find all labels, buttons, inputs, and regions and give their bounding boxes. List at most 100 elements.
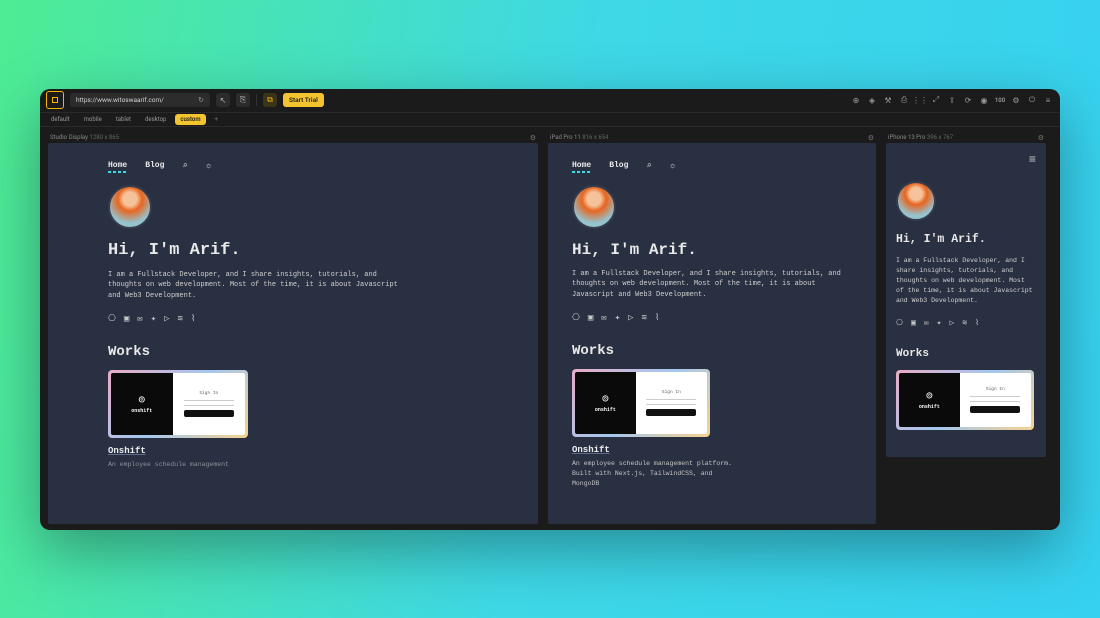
mail-icon[interactable]: ✉ (137, 314, 142, 324)
hamburger-icon[interactable]: ≡ (1029, 153, 1036, 167)
url-input[interactable]: https://www.witoswaarif.com/ ↻ (70, 93, 210, 107)
rotate-icon[interactable]: ⟳ (962, 94, 974, 106)
work-signin-label: Sign In (662, 390, 681, 395)
github-icon[interactable]: ⎔ (108, 314, 116, 324)
linkedin-icon[interactable]: ▣ (124, 314, 129, 324)
stack-icon[interactable]: ≋ (962, 318, 967, 328)
work-title-link[interactable]: Onshift (572, 445, 852, 455)
rss-icon[interactable]: ⌇ (655, 313, 659, 323)
search-icon[interactable]: ⌕ (182, 161, 187, 171)
work-signin-label: Sign In (986, 387, 1005, 392)
target-icon[interactable]: ⊕ (850, 94, 862, 106)
settings-icon[interactable]: ⚙ (1010, 94, 1022, 106)
nav-blog[interactable]: Blog (609, 161, 628, 170)
work-desc: An employee schedule management platform… (572, 459, 742, 488)
wrench-icon[interactable]: ⚒ (882, 94, 894, 106)
github-icon[interactable]: ⎔ (896, 318, 903, 328)
social-row: ⎔ ▣ ✉ ✦ ▷ ≋ ⌇ (108, 314, 478, 324)
vp-name: iPhone 13 Pro (888, 134, 925, 141)
bio-text: I am a Fullstack Developer, and I share … (572, 269, 852, 302)
vp-name: iPad Pro 11 (550, 134, 581, 141)
export-icon[interactable]: ⇪ (946, 94, 958, 106)
tab-add[interactable]: + (210, 114, 223, 125)
vp-settings-icon[interactable]: ⚙ (530, 134, 536, 142)
work-title-link[interactable]: Onshift (108, 446, 478, 456)
avatar (896, 181, 936, 221)
social-row: ⎔ ▣ ✉ ✦ ▷ ≋ ⌇ (896, 318, 1036, 328)
social-row: ⎔ ▣ ✉ ✦ ▷ ≋ ⌇ (572, 313, 852, 323)
right-toolbar: ⊕ ◈ ⚒ ⎙ ⋮⋮ ⤢ ⇪ ⟳ ◉ 100 ⚙ ⏻ ≡ (850, 94, 1054, 106)
works-heading: Works (896, 348, 1036, 360)
site-nav: Home Blog ⌕ ☼ (108, 161, 478, 171)
work-card[interactable]: ◎onshift Sign In (108, 370, 248, 438)
attach-icon[interactable]: ⎙ (898, 94, 910, 106)
bio-text: I am a Fullstack Developer, and I share … (896, 256, 1036, 306)
highlight-icon[interactable]: ⧉ (263, 93, 277, 107)
nav-home[interactable]: Home (108, 161, 127, 170)
mail-icon[interactable]: ✉ (601, 313, 606, 323)
vp-settings-icon[interactable]: ⚙ (1038, 134, 1044, 142)
cursor-icon[interactable]: ↖ (216, 93, 230, 107)
avatar (572, 185, 616, 229)
expand-icon[interactable]: ⤢ (930, 94, 942, 106)
twitter-icon[interactable]: ✦ (615, 313, 620, 323)
bio-text: I am a Fullstack Developer, and I share … (108, 270, 408, 303)
work-desc: An employee schedule management (108, 460, 278, 470)
work-brand-label: onshift (595, 407, 616, 413)
theme-icon[interactable]: ☼ (206, 161, 211, 171)
device-tabs: default mobile tablet desktop custom + (40, 113, 1060, 127)
linkedin-icon[interactable]: ▣ (911, 318, 916, 328)
works-heading: Works (572, 343, 852, 359)
tab-desktop[interactable]: desktop (140, 114, 171, 125)
work-brand-label: onshift (131, 408, 152, 414)
hero-heading: Hi, I'm Arif. (896, 233, 1036, 246)
youtube-icon[interactable]: ▷ (949, 318, 954, 328)
linkedin-icon[interactable]: ▣ (588, 313, 593, 323)
grid-icon[interactable]: ⋮⋮ (914, 94, 926, 106)
preview-frame-studio[interactable]: Home Blog ⌕ ☼ Hi, I'm Arif. I am a Fulls… (48, 143, 538, 524)
twitter-icon[interactable]: ✦ (151, 314, 156, 324)
nav-home[interactable]: Home (572, 161, 591, 170)
search-icon[interactable]: ⌕ (646, 161, 651, 171)
vp-dim: 396 x 767 (927, 134, 953, 141)
stack-icon[interactable]: ≋ (178, 314, 183, 324)
clip-icon[interactable]: ⎘ (236, 93, 250, 107)
rss-icon[interactable]: ⌇ (975, 318, 979, 328)
theme-icon[interactable]: ☼ (670, 161, 675, 171)
work-signin-label: Sign In (199, 391, 218, 396)
nav-blog[interactable]: Blog (145, 161, 164, 170)
vp-settings-icon[interactable]: ⚙ (868, 134, 874, 142)
tab-mobile[interactable]: mobile (79, 114, 107, 125)
power-icon[interactable]: ⏻ (1026, 94, 1038, 106)
mail-icon[interactable]: ✉ (924, 318, 929, 328)
work-card[interactable]: ◎onshift Sign In (896, 370, 1034, 430)
app-window: https://www.witoswaarif.com/ ↻ ↖ ⎘ ⧉ Sta… (40, 89, 1060, 530)
camera-icon[interactable]: ◉ (978, 94, 990, 106)
menu-icon[interactable]: ≡ (1042, 94, 1054, 106)
youtube-icon[interactable]: ▷ (628, 313, 633, 323)
top-toolbar: https://www.witoswaarif.com/ ↻ ↖ ⎘ ⧉ Sta… (40, 89, 1060, 113)
viewport-surface: Studio Display 1280 x 865 ⚙ Home Blog ⌕ … (40, 127, 1060, 530)
github-icon[interactable]: ⎔ (572, 313, 580, 323)
tab-default[interactable]: default (46, 114, 75, 125)
work-card[interactable]: ◎onshift Sign In (572, 369, 710, 437)
hero-heading: Hi, I'm Arif. (108, 241, 478, 260)
preview-frame-iphone[interactable]: ≡ Hi, I'm Arif. I am a Fullstack Develop… (886, 143, 1046, 457)
stack-icon[interactable]: ≋ (642, 313, 647, 323)
tab-custom[interactable]: custom (175, 114, 205, 125)
layers-icon[interactable]: ◈ (866, 94, 878, 106)
tab-tablet[interactable]: tablet (111, 114, 136, 125)
work-brand-label: onshift (919, 404, 940, 410)
site-nav-mobile: ≡ (896, 153, 1036, 167)
url-text: https://www.witoswaarif.com/ (76, 96, 164, 104)
refresh-icon[interactable]: ↻ (198, 96, 204, 104)
app-logo[interactable] (46, 91, 64, 109)
preview-frame-ipad[interactable]: Home Blog ⌕ ☼ Hi, I'm Arif. I am a Fulls… (548, 143, 876, 524)
youtube-icon[interactable]: ▷ (164, 314, 169, 324)
rss-icon[interactable]: ⌇ (191, 314, 195, 324)
zoom-100-badge[interactable]: 100 (994, 94, 1006, 106)
twitter-icon[interactable]: ✦ (937, 318, 942, 328)
site-nav: Home Blog ⌕ ☼ (572, 161, 852, 171)
vp-dim: 816 x 654 (582, 134, 608, 141)
start-trial-button[interactable]: Start Trial (283, 93, 324, 107)
